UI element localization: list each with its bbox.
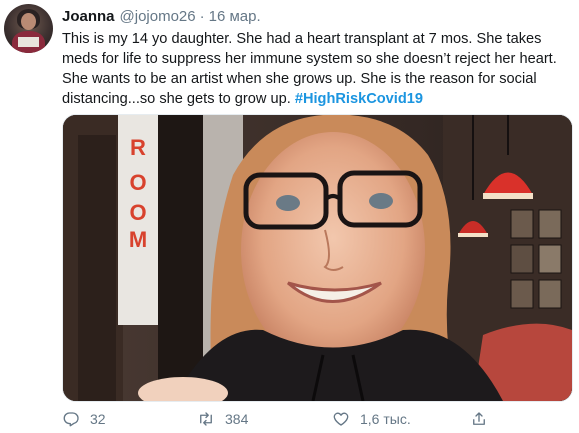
reply-button[interactable]: 32 — [62, 410, 197, 428]
like-button[interactable]: 1,6 тыс. — [332, 410, 470, 428]
author-handle[interactable]: @jojomo26 — [120, 8, 196, 25]
sign-letter: M — [129, 227, 147, 252]
tweet-header: Joanna @jojomo26 · 16 мар. — [62, 8, 261, 28]
tweet-photo[interactable]: R O O M — [62, 114, 573, 402]
tweet-actions: 32 384 1,6 тыс. — [62, 408, 542, 430]
tweet-date[interactable]: 16 мар. — [209, 8, 261, 25]
reply-icon — [63, 412, 79, 427]
retweet-icon — [200, 412, 212, 426]
tweet[interactable]: Joanna @jojomo26 · 16 мар. This is my 14… — [0, 0, 579, 433]
sign-letter: O — [129, 170, 146, 195]
share-icon — [473, 412, 485, 425]
reply-count: 32 — [90, 411, 106, 427]
separator-dot: · — [199, 8, 205, 25]
heart-icon — [333, 412, 349, 426]
sign-letter: R — [130, 135, 146, 160]
like-count: 1,6 тыс. — [360, 411, 411, 427]
photo-drawing: R O O M — [63, 115, 572, 401]
tweet-text: This is my 14 yo daughter. She had a hea… — [62, 29, 574, 109]
share-button[interactable] — [470, 410, 498, 428]
retweet-count: 384 — [225, 411, 249, 427]
sign-letter: O — [129, 200, 146, 225]
author-name[interactable]: Joanna — [62, 8, 115, 25]
avatar[interactable] — [4, 4, 53, 53]
retweet-button[interactable]: 384 — [197, 410, 332, 428]
hashtag-link[interactable]: #HighRiskCovid19 — [295, 91, 423, 107]
